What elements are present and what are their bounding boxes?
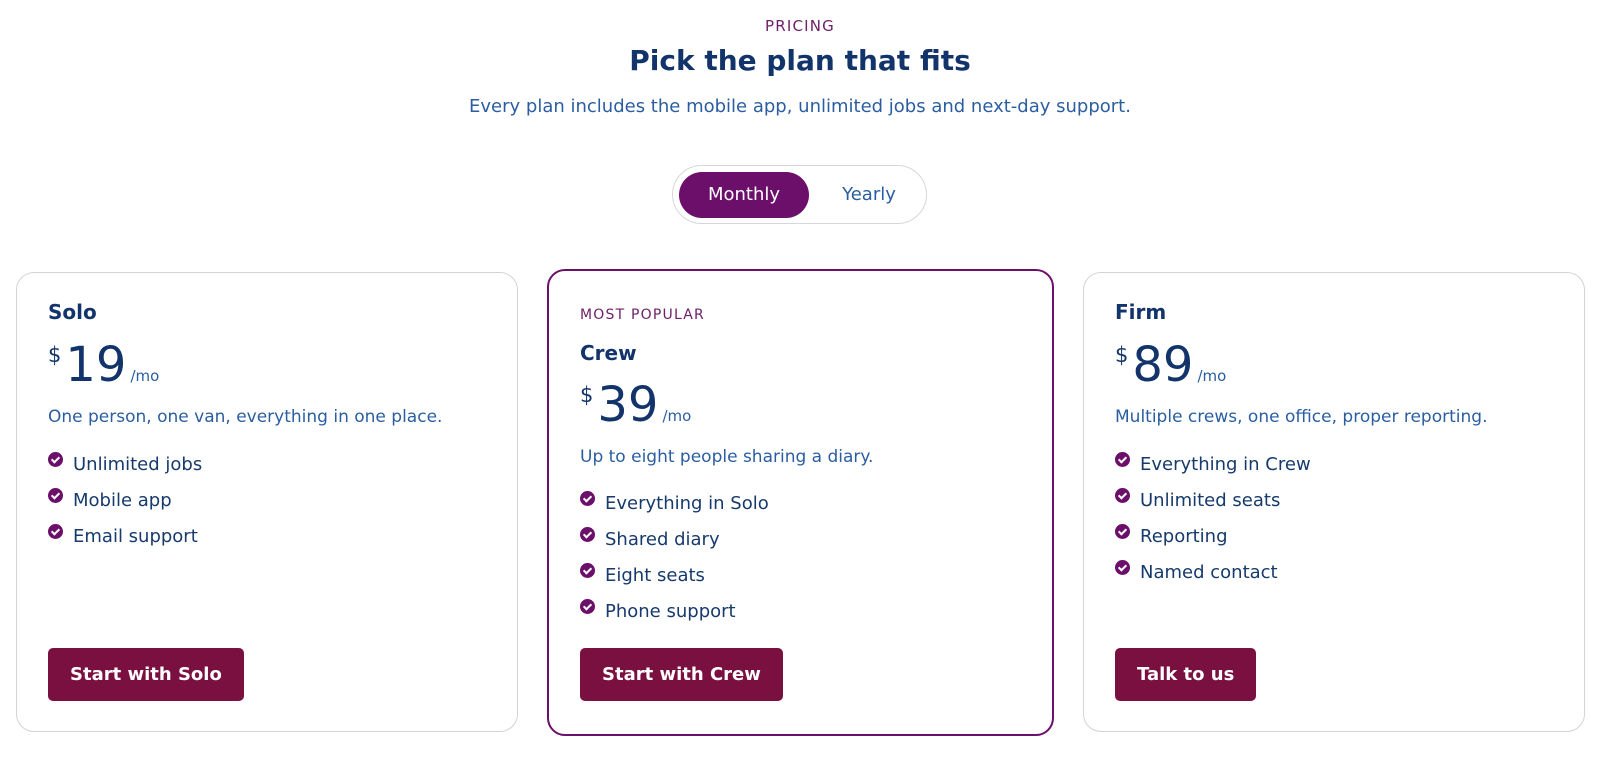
feature-item: Mobile app [48, 488, 202, 526]
feature-label: Eight seats [605, 565, 705, 586]
check-icon [580, 491, 595, 506]
feature-item: Everything in Crew [1115, 452, 1311, 490]
check-icon [48, 524, 63, 539]
feature-item: Shared diary [580, 527, 769, 565]
price-period: /mo [1197, 367, 1227, 385]
feature-label: Everything in Crew [1140, 454, 1311, 475]
price-period: /mo [662, 407, 692, 425]
plan-card-firm: Firm $89/mo Multiple crews, one office, … [1083, 272, 1585, 732]
feature-item: Everything in Solo [580, 491, 769, 529]
feature-item: Reporting [1115, 524, 1311, 562]
talk-to-us-button[interactable]: Talk to us [1115, 648, 1257, 701]
feature-item: Phone support [580, 599, 769, 637]
check-icon [580, 599, 595, 614]
plan-price: $19/mo [48, 337, 159, 393]
plan-name: Solo [48, 300, 97, 324]
check-icon [580, 527, 595, 542]
check-icon [1115, 452, 1130, 467]
feature-label: Unlimited seats [1140, 490, 1281, 511]
page-title: Pick the plan that fits [629, 44, 971, 77]
billing-toggle: Monthly Yearly [672, 165, 927, 224]
start-with-crew-button[interactable]: Start with Crew [580, 648, 783, 701]
plan-card-solo: Solo $19/mo One person, one van, everyth… [16, 272, 518, 732]
start-with-solo-button[interactable]: Start with Solo [48, 648, 244, 701]
feature-label: Shared diary [605, 529, 720, 550]
price-amount: 39 [597, 377, 659, 433]
check-icon [48, 452, 63, 467]
plan-description: Up to eight people sharing a diary. [580, 447, 874, 467]
check-icon [580, 563, 595, 578]
feature-item: Unlimited seats [1115, 488, 1311, 526]
feature-label: Unlimited jobs [73, 454, 203, 475]
feature-list: Everything in Solo Shared diary Eight se… [580, 491, 769, 637]
plan-name: Firm [1115, 300, 1167, 324]
feature-label: Phone support [605, 601, 736, 622]
page-subtitle: Every plan includes the mobile app, unli… [469, 96, 1131, 117]
feature-label: Email support [73, 526, 198, 547]
plan-card-crew: MOST POPULAR Crew $39/mo Up to eight peo… [547, 269, 1054, 736]
feature-label: Named contact [1140, 562, 1278, 583]
price-amount: 89 [1132, 337, 1194, 393]
plan-price: $89/mo [1115, 337, 1226, 393]
feature-list: Everything in Crew Unlimited seats Repor… [1115, 452, 1311, 598]
plan-description: Multiple crews, one office, proper repor… [1115, 407, 1488, 427]
check-icon [1115, 560, 1130, 575]
feature-label: Reporting [1140, 526, 1228, 547]
feature-item: Named contact [1115, 560, 1311, 598]
feature-item: Eight seats [580, 563, 769, 601]
feature-label: Mobile app [73, 490, 172, 511]
toggle-yearly[interactable]: Yearly [821, 172, 917, 218]
toggle-monthly[interactable]: Monthly [679, 172, 809, 218]
pricing-eyebrow: PRICING [764, 17, 836, 35]
plan-name: Crew [580, 341, 637, 365]
most-popular-badge: MOST POPULAR [580, 307, 705, 323]
plan-price: $39/mo [580, 377, 691, 433]
feature-item: Email support [48, 524, 202, 562]
plan-description: One person, one van, everything in one p… [48, 407, 443, 427]
price-currency: $ [48, 343, 62, 367]
price-currency: $ [1115, 343, 1129, 367]
price-amount: 19 [65, 337, 127, 393]
price-period: /mo [130, 367, 160, 385]
check-icon [1115, 488, 1130, 503]
check-icon [1115, 524, 1130, 539]
feature-label: Everything in Solo [605, 493, 769, 514]
feature-item: Unlimited jobs [48, 452, 203, 490]
price-currency: $ [580, 383, 594, 407]
feature-list: Unlimited jobs Mobile app Email support [48, 452, 203, 562]
check-icon [48, 488, 63, 503]
